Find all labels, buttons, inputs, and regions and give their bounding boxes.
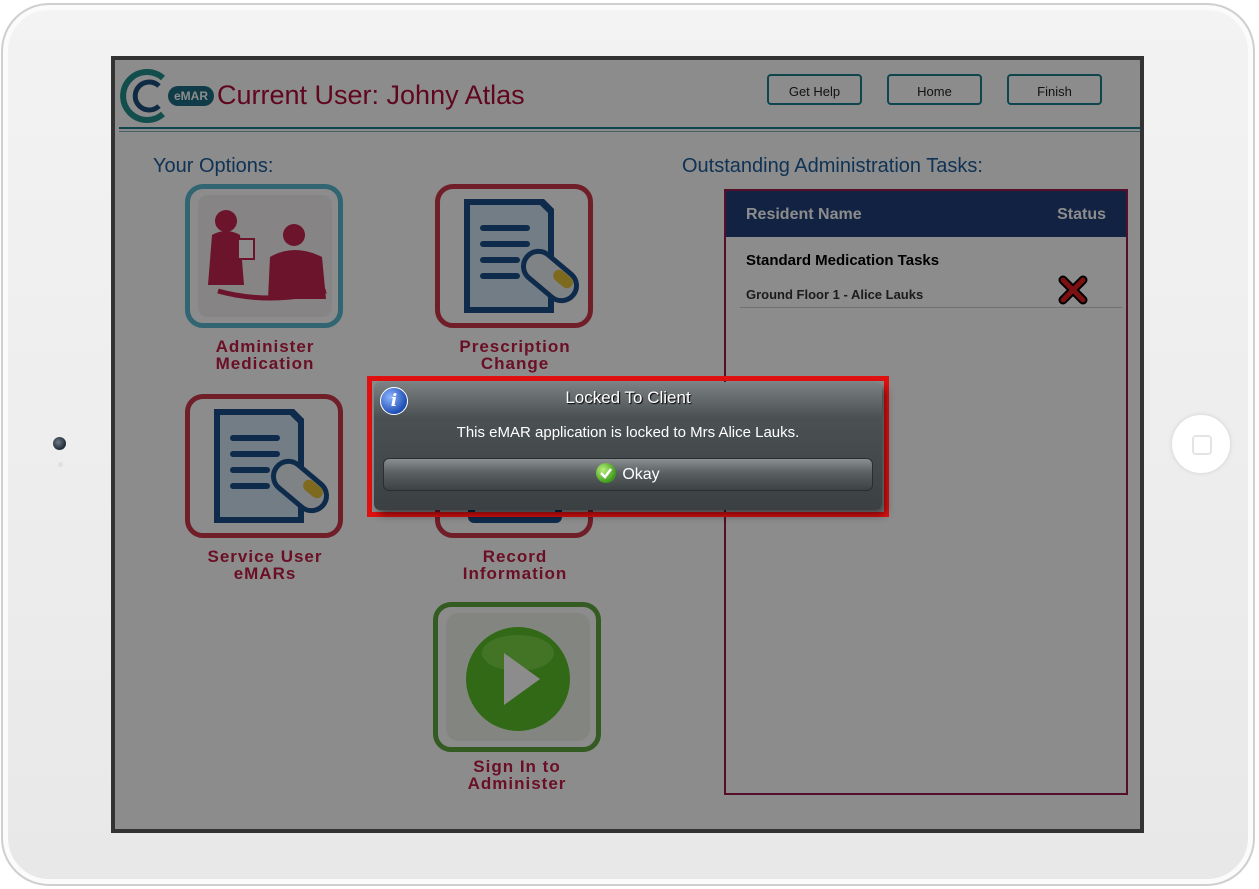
dialog-title: Locked To Client	[565, 388, 691, 407]
okay-button[interactable]: Okay	[383, 458, 873, 491]
home-square-icon	[1192, 435, 1212, 455]
dialog-message: This eMAR application is locked to Mrs A…	[456, 424, 800, 441]
check-icon	[596, 463, 617, 483]
sensor-dot	[58, 462, 63, 467]
camera-icon	[53, 437, 66, 450]
okay-button-label: Okay	[622, 466, 660, 484]
locked-to-client-dialog: i Locked To Client This eMAR application…	[374, 382, 882, 510]
okay-button-content: Okay	[384, 463, 872, 485]
home-hardware-button[interactable]	[1171, 414, 1231, 474]
